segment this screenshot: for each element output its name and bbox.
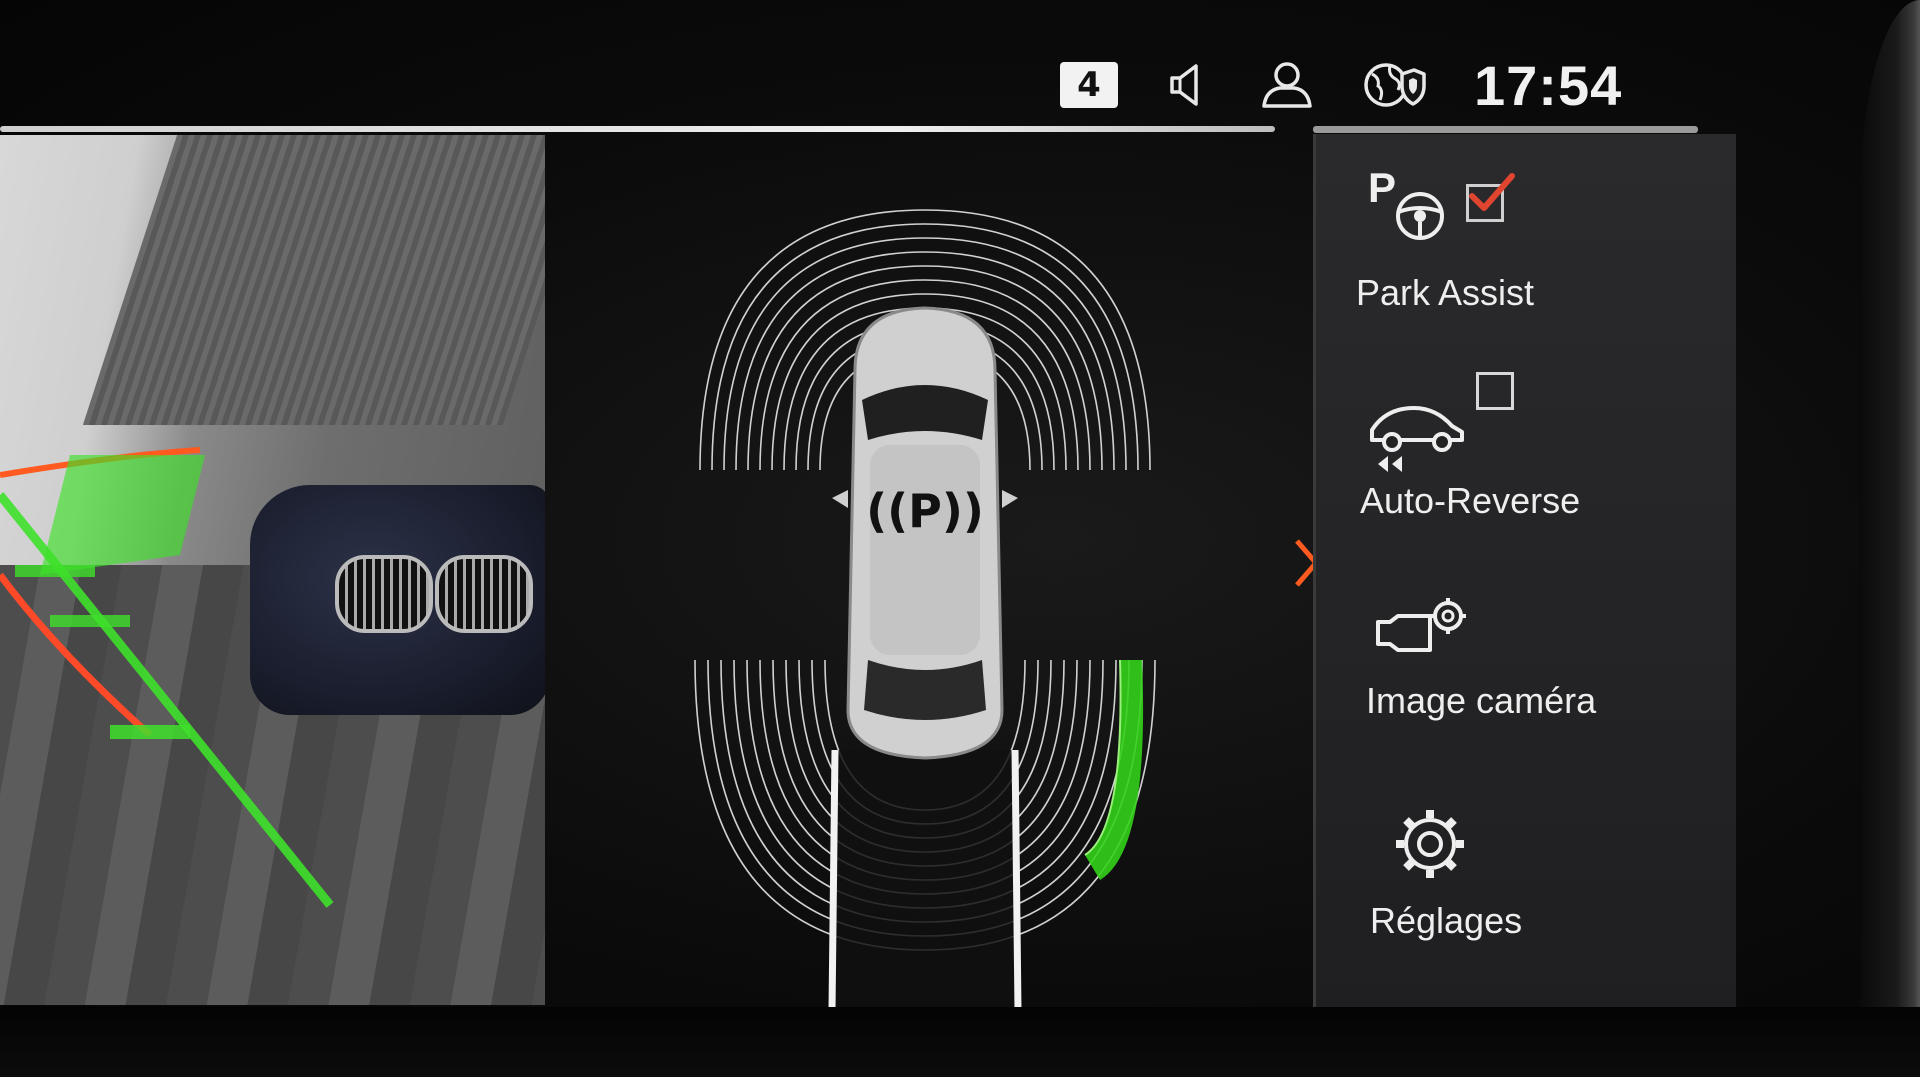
status-bar: 4 17:54: [1060, 45, 1622, 125]
connectivity-shield-icon[interactable]: [1362, 60, 1426, 110]
user-profile-icon[interactable]: [1260, 60, 1314, 110]
checkmark-icon: [1469, 173, 1515, 211]
rear-camera-view[interactable]: [0, 135, 545, 1005]
gear-icon: [1396, 810, 1464, 878]
camera-settings-icon: [1376, 598, 1466, 652]
parking-menu-panel: P Park Assist Auto-Reverse Image caméra …: [1313, 134, 1736, 1014]
parking-guide-lines: [0, 447, 334, 908]
auto-reverse-checkbox[interactable]: [1476, 372, 1514, 410]
idrive-screen: 4 17:54 ((P)) P Park Assist Auto-Reverse…: [0, 0, 1920, 1077]
panel-top-divider: [1313, 126, 1698, 133]
top-divider: [0, 126, 1275, 132]
notification-badge[interactable]: 4: [1060, 62, 1118, 108]
car-top-view: ((P)): [832, 306, 1018, 760]
menu-item-park-assist[interactable]: P Park Assist: [1316, 154, 1736, 354]
screen-bezel-right: [1860, 0, 1920, 1077]
clock: 17:54: [1474, 53, 1623, 117]
svg-text:P: P: [1368, 164, 1396, 211]
menu-label-auto-reverse: Auto-Reverse: [1360, 480, 1581, 521]
menu-label-settings: Réglages: [1370, 900, 1523, 941]
screen-bezel-bottom: [0, 1007, 1920, 1077]
menu-item-settings[interactable]: Réglages: [1316, 794, 1736, 994]
menu-label-camera-image: Image caméra: [1366, 680, 1597, 721]
speaker-icon[interactable]: [1166, 62, 1212, 108]
park-assist-icon: P: [1368, 164, 1444, 240]
menu-item-auto-reverse[interactable]: Auto-Reverse: [1316, 362, 1736, 562]
menu-item-camera-image[interactable]: Image caméra: [1316, 574, 1736, 774]
svg-text:((P)): ((P)): [866, 484, 984, 538]
menu-label-park-assist: Park Assist: [1356, 272, 1535, 313]
auto-reverse-icon: [1370, 406, 1464, 472]
parking-radar: ((P)): [694, 209, 1156, 1010]
